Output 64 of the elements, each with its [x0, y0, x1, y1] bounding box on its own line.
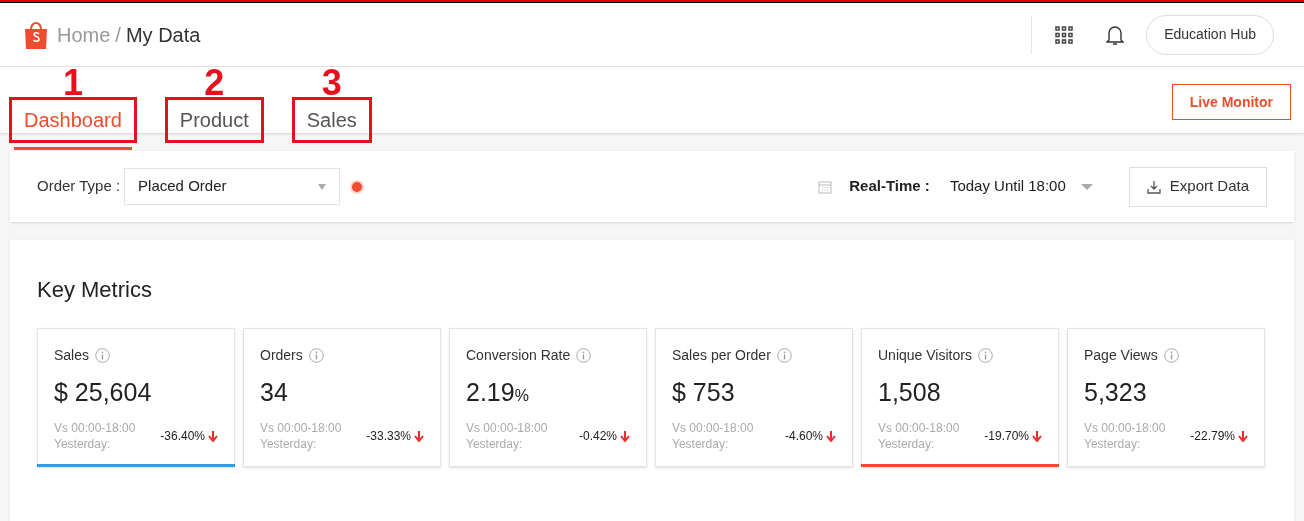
info-icon[interactable] — [576, 348, 592, 363]
metric-name: Conversion Rate — [466, 346, 571, 365]
metric-value: 34 — [260, 377, 288, 408]
comparison-label: Vs 00:00-18:00 Yesterday: — [260, 420, 343, 452]
download-icon — [1146, 179, 1161, 194]
metric-name: Page Views — [1084, 346, 1158, 365]
down-arrow-icon — [414, 430, 424, 442]
breadcrumb-separator: / — [115, 22, 121, 48]
info-icon[interactable] — [1163, 348, 1179, 363]
change-percent: -36.40% — [160, 428, 205, 445]
metric-value: $ 25,604 — [54, 377, 152, 408]
metric-value: 5,323 — [1084, 377, 1147, 408]
dropdown-caret-icon — [318, 183, 327, 190]
metric-unit: % — [514, 387, 529, 406]
apps-grid-icon[interactable] — [1054, 24, 1075, 45]
bell-icon[interactable] — [1106, 23, 1125, 46]
down-arrow-icon — [208, 430, 218, 442]
metric-card[interactable]: Conversion Rate 2.19% Vs 00:00-18:00 Yesterday: -0.42% — [449, 328, 647, 467]
down-arrow-icon — [620, 430, 630, 442]
tab[interactable]: Sales — [291, 97, 372, 143]
metric-card[interactable]: Sales $ 25,604 Vs 00:00-18:00 Yesterday: -36.40% — [37, 328, 235, 467]
metric-value: 1,508 — [878, 377, 941, 408]
section-title: Key Metrics — [37, 276, 153, 304]
change-percent: -33.33% — [366, 428, 411, 445]
comparison-label: Vs 00:00-18:00 Yesterday: — [466, 420, 549, 452]
breadcrumb-current: My Data — [125, 22, 201, 48]
change-percent: -4.60% — [784, 428, 823, 445]
tab[interactable]: Dashboard — [9, 97, 137, 143]
down-arrow-icon — [1032, 430, 1042, 442]
change-percent: -19.70% — [984, 428, 1029, 445]
metric-name: Unique Visitors — [878, 346, 972, 365]
change-percent: -22.79% — [1190, 428, 1235, 445]
tab[interactable]: Product — [164, 97, 264, 143]
dropdown-caret-icon — [1080, 183, 1093, 190]
comparison-label: Vs 00:00-18:00 Yesterday: — [672, 420, 755, 452]
metric-card[interactable]: Unique Visitors 1,508 Vs 00:00-18:00 Yesterday: -19.70% — [861, 328, 1059, 467]
metric-card[interactable]: Sales per Order $ 753 Vs 00:00-18:00 Yesterday: -4.60% — [655, 328, 853, 467]
order-type-label: Order Type : — [37, 176, 121, 197]
change-percent: -0.42% — [578, 428, 617, 445]
down-arrow-icon — [826, 430, 836, 442]
metric-value: 2.19 — [466, 377, 515, 408]
metric-value: $ 753 — [672, 377, 735, 408]
metric-card[interactable]: Page Views 5,323 Vs 00:00-18:00 Yesterday: -22.79% — [1067, 328, 1265, 467]
metric-card[interactable]: Orders 34 Vs 00:00-18:00 Yesterday: -33.33% — [243, 328, 441, 467]
shopping-bag-logo-icon[interactable] — [23, 19, 49, 50]
live-monitor-button[interactable]: Live Monitor — [1171, 84, 1291, 120]
info-icon[interactable] — [308, 348, 324, 363]
metric-name: Orders — [260, 346, 303, 365]
order-type-dropdown[interactable]: Placed Order — [124, 168, 341, 205]
down-arrow-icon — [1238, 430, 1248, 442]
export-data-button[interactable]: Export Data — [1128, 166, 1267, 207]
comparison-label: Vs 00:00-18:00 Yesterday: — [878, 420, 961, 452]
dropdown-value: Today Until 18:00 — [949, 176, 1066, 197]
metric-name: Sales — [54, 346, 90, 365]
comparison-label: Vs 00:00-18:00 Yesterday: — [54, 420, 137, 452]
calendar-icon[interactable] — [818, 179, 833, 194]
dropdown-value: Placed Order — [138, 176, 228, 197]
real-time-label: Real-Time : — [849, 176, 930, 197]
comparison-label: Vs 00:00-18:00 Yesterday: — [1084, 420, 1167, 452]
info-icon[interactable] — [776, 348, 792, 363]
metric-name: Sales per Order — [672, 346, 771, 365]
info-icon[interactable] — [95, 348, 111, 363]
info-icon[interactable] — [977, 348, 993, 363]
period-dropdown[interactable]: Today Until 18:00 — [949, 175, 1093, 198]
